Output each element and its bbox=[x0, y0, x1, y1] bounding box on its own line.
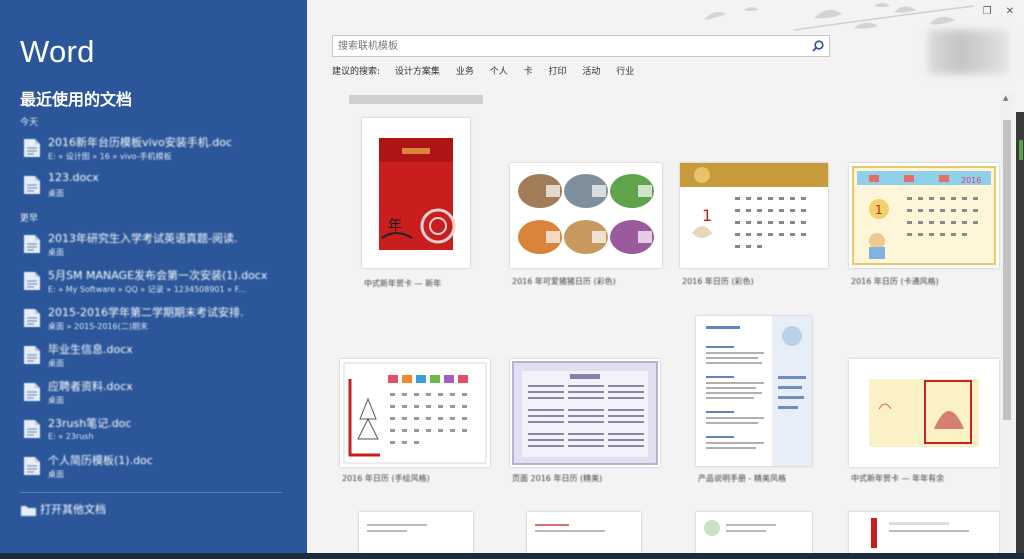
divider bbox=[20, 492, 282, 493]
template-thumbnail bbox=[849, 359, 999, 467]
recent-document[interactable]: 23rush笔记.doc E: » 23rush bbox=[20, 413, 290, 447]
recent-document[interactable]: 5月SM MANAGE发布会第一次安装(1).docx E: » My Soft… bbox=[20, 265, 290, 299]
suggested-link[interactable]: 打印 bbox=[548, 67, 566, 77]
recent-document[interactable]: 2015-2016学年第二学期期末考试安排. 桌面 » 2015-2016(二)… bbox=[20, 302, 290, 336]
document-icon bbox=[20, 454, 44, 478]
suggested-searches-label: 建议的搜索: bbox=[332, 67, 381, 77]
svg-text:1: 1 bbox=[702, 206, 712, 225]
window-controls: ❐ ✕ bbox=[969, 6, 1014, 17]
recent-document[interactable]: 2013年研究生入学考试英语真题-阅读. 桌面 bbox=[20, 228, 290, 262]
template-label: 中式新年贺卡 — 新年 bbox=[364, 279, 442, 288]
document-icon bbox=[20, 380, 44, 404]
template-search-box bbox=[332, 35, 830, 57]
svg-text:年: 年 bbox=[388, 218, 402, 234]
recent-document[interactable]: 2016新年台历模板vivo安装手机.doc E: » 设计图 » 16 » v… bbox=[20, 132, 290, 166]
document-icon bbox=[20, 343, 44, 367]
scrollbar-thumb[interactable] bbox=[1003, 120, 1011, 420]
document-path: 桌面 bbox=[48, 470, 64, 479]
template-thumbnail bbox=[340, 359, 490, 467]
open-other-label: 打开其他文档 bbox=[40, 503, 106, 516]
open-other-documents-link[interactable]: 打开其他文档 bbox=[20, 501, 106, 517]
document-path: 桌面 bbox=[48, 359, 64, 368]
template-thumbnail bbox=[696, 316, 812, 466]
app-title: Word bbox=[20, 34, 95, 69]
suggested-link[interactable]: 卡 bbox=[524, 67, 533, 77]
suggested-searches: 建议的搜索: 设计方案集 业务 个人 卡 打印 活动 行业 bbox=[332, 64, 647, 77]
template-thumbnail: 年 bbox=[362, 118, 470, 268]
template-thumbnail bbox=[849, 512, 999, 559]
svg-text:1: 1 bbox=[875, 203, 883, 217]
svg-text:2016: 2016 bbox=[961, 176, 981, 185]
suggested-link[interactable]: 设计方案集 bbox=[395, 67, 440, 77]
document-path: 桌面 » 2015-2016(二)期末 bbox=[48, 322, 148, 331]
vertical-scrollbar[interactable]: ▲ bbox=[1001, 92, 1013, 559]
document-name: 个人简历模板(1).doc bbox=[48, 454, 153, 467]
document-icon bbox=[20, 269, 44, 293]
document-icon bbox=[20, 136, 44, 160]
template-thumbnail bbox=[510, 359, 660, 467]
template-area: ❐✕ 建议的搜索: 设计方案集 业务 个人 卡 打印 活动 行业 年 bbox=[307, 0, 1024, 559]
document-icon bbox=[20, 232, 44, 256]
document-path: 桌面 bbox=[48, 248, 64, 257]
account-avatar[interactable] bbox=[928, 30, 1008, 74]
scroll-up-icon[interactable]: ▲ bbox=[1003, 94, 1008, 102]
document-path: 桌面 bbox=[48, 396, 64, 405]
document-icon bbox=[20, 173, 44, 197]
template-label: 产品说明手册 - 精美风格 bbox=[698, 474, 786, 483]
suggested-link[interactable]: 业务 bbox=[456, 67, 474, 77]
document-name: 2016新年台历模板vivo安装手机.doc bbox=[48, 136, 233, 149]
recent-panel: Word 最近使用的文档 今天 2016新年台历模板vivo安装手机.doc E… bbox=[0, 0, 307, 559]
recent-group-label: 今天 bbox=[20, 118, 39, 128]
template-thumbnail bbox=[696, 512, 812, 559]
template-label: 2016 年日历 (卡通风格) bbox=[851, 277, 939, 286]
template-thumbnail bbox=[359, 512, 473, 559]
document-name: 应聘者资料.docx bbox=[48, 380, 133, 393]
document-name: 23rush笔记.doc bbox=[48, 417, 132, 430]
template-thumbnail: 1 bbox=[680, 163, 828, 268]
close-icon[interactable]: ✕ bbox=[1006, 6, 1014, 17]
document-path: E: » 23rush bbox=[48, 432, 94, 441]
document-name: 123.docx bbox=[48, 171, 99, 184]
template-thumbnail bbox=[510, 163, 662, 268]
document-icon bbox=[20, 417, 44, 441]
recent-document[interactable]: 个人简历模板(1).doc 桌面 bbox=[20, 450, 290, 484]
suggested-link[interactable]: 活动 bbox=[582, 67, 600, 77]
folder-open-icon bbox=[21, 506, 36, 516]
template-label: 2016 年可爱猪猪日历 (彩色) bbox=[512, 277, 616, 286]
recent-group-label: 更早 bbox=[20, 214, 39, 224]
document-name: 5月SM MANAGE发布会第一次安装(1).docx bbox=[48, 269, 268, 282]
recent-document[interactable]: 毕业生信息.docx 桌面 bbox=[20, 339, 290, 373]
status-indicator bbox=[1019, 140, 1023, 160]
side-edge-strip bbox=[1016, 112, 1024, 559]
document-path: E: » 设计图 » 16 » vivo-手机模板 bbox=[48, 152, 172, 161]
document-name: 毕业生信息.docx bbox=[48, 343, 133, 356]
document-icon bbox=[20, 306, 44, 330]
suggested-link[interactable]: 个人 bbox=[490, 67, 508, 77]
restore-icon[interactable]: ❐ bbox=[983, 6, 992, 17]
template-label: 2016 年日历 (彩色) bbox=[682, 277, 754, 286]
search-icon[interactable] bbox=[811, 39, 825, 53]
section-heading-placeholder bbox=[349, 95, 483, 104]
template-thumbnail bbox=[527, 512, 641, 559]
recent-document[interactable]: 应聘者资料.docx 桌面 bbox=[20, 376, 290, 410]
template-thumbnail: 2016 1 bbox=[849, 163, 999, 268]
taskbar bbox=[0, 553, 1024, 559]
template-search-input[interactable] bbox=[333, 36, 803, 56]
recent-document[interactable]: 123.docx 桌面 bbox=[20, 169, 290, 203]
recent-documents-heading: 最近使用的文档 bbox=[20, 90, 133, 109]
suggested-link[interactable]: 行业 bbox=[616, 67, 634, 77]
document-path: 桌面 bbox=[48, 189, 64, 198]
document-path: E: » My Software » QQ » 记录 » 1234508901 … bbox=[48, 285, 246, 294]
template-label: 中式新年贺卡 — 年年有余 bbox=[851, 474, 945, 483]
template-label: 页面 2016 年日历 (精美) bbox=[512, 474, 603, 483]
document-name: 2013年研究生入学考试英语真题-阅读. bbox=[48, 232, 238, 245]
template-label: 2016 年日历 (手绘风格) bbox=[342, 474, 430, 483]
document-name: 2015-2016学年第二学期期末考试安排. bbox=[48, 306, 244, 319]
